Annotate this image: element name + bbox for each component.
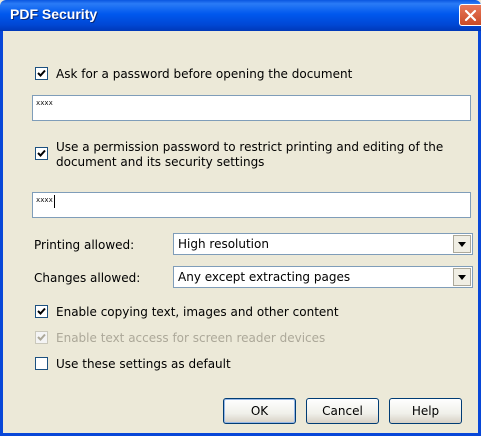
printing-dropdown-button[interactable] bbox=[453, 235, 471, 253]
cancel-button[interactable]: Cancel bbox=[306, 398, 379, 424]
use-default-label: Use these settings as default bbox=[56, 357, 231, 371]
close-icon bbox=[464, 9, 477, 22]
printing-allowed-value: High resolution bbox=[178, 237, 269, 251]
use-default-checkbox[interactable] bbox=[35, 357, 48, 370]
close-button[interactable] bbox=[459, 4, 481, 26]
screen-reader-option: Enable text access for screen reader dev… bbox=[35, 331, 325, 346]
password-open-label: Ask for a password before opening the do… bbox=[56, 67, 353, 81]
checkmark-icon bbox=[37, 307, 46, 315]
use-default-option[interactable]: Use these settings as default bbox=[35, 357, 231, 372]
printing-allowed-select[interactable]: High resolution bbox=[173, 233, 473, 255]
checkmark-icon bbox=[37, 69, 46, 77]
ok-button[interactable]: OK bbox=[223, 398, 296, 424]
changes-allowed-value: Any except extracting pages bbox=[178, 270, 351, 284]
screen-reader-label: Enable text access for screen reader dev… bbox=[56, 331, 326, 345]
permission-password-option[interactable]: Use a permission password to restrict pr… bbox=[35, 140, 476, 170]
title-bar[interactable]: PDF Security bbox=[0, 0, 481, 31]
changes-dropdown-button[interactable] bbox=[453, 268, 471, 286]
enable-copying-option[interactable]: Enable copying text, images and other co… bbox=[35, 305, 339, 320]
enable-copying-label: Enable copying text, images and other co… bbox=[56, 305, 339, 319]
enable-copying-checkbox[interactable] bbox=[35, 305, 48, 318]
help-button[interactable]: Help bbox=[389, 398, 462, 424]
chevron-down-icon bbox=[458, 242, 466, 247]
permission-password-label-line1: Use a permission password to restrict pr… bbox=[56, 140, 444, 154]
permission-password-checkbox[interactable] bbox=[35, 147, 48, 160]
window-title: PDF Security bbox=[10, 6, 98, 22]
text-caret bbox=[53, 195, 55, 208]
checkmark-icon bbox=[37, 149, 46, 157]
checkmark-icon bbox=[37, 333, 46, 341]
document-open-password-field[interactable]: xxxx bbox=[32, 95, 471, 121]
window-border-left bbox=[0, 31, 3, 436]
changes-allowed-label: Changes allowed: bbox=[34, 271, 141, 285]
permission-password-field[interactable]: xxxx bbox=[32, 192, 471, 218]
password-open-option[interactable]: Ask for a password before opening the do… bbox=[35, 67, 352, 82]
printing-allowed-label: Printing allowed: bbox=[34, 238, 135, 252]
changes-allowed-select[interactable]: Any except extracting pages bbox=[173, 266, 473, 288]
password-open-checkbox[interactable] bbox=[35, 67, 48, 80]
permission-password-value: xxxx bbox=[36, 196, 53, 204]
chevron-down-icon bbox=[458, 275, 466, 280]
screen-reader-checkbox bbox=[35, 331, 48, 344]
permission-password-label-line2: document and its security settings bbox=[56, 155, 265, 169]
document-open-password-value: xxxx bbox=[36, 99, 53, 107]
